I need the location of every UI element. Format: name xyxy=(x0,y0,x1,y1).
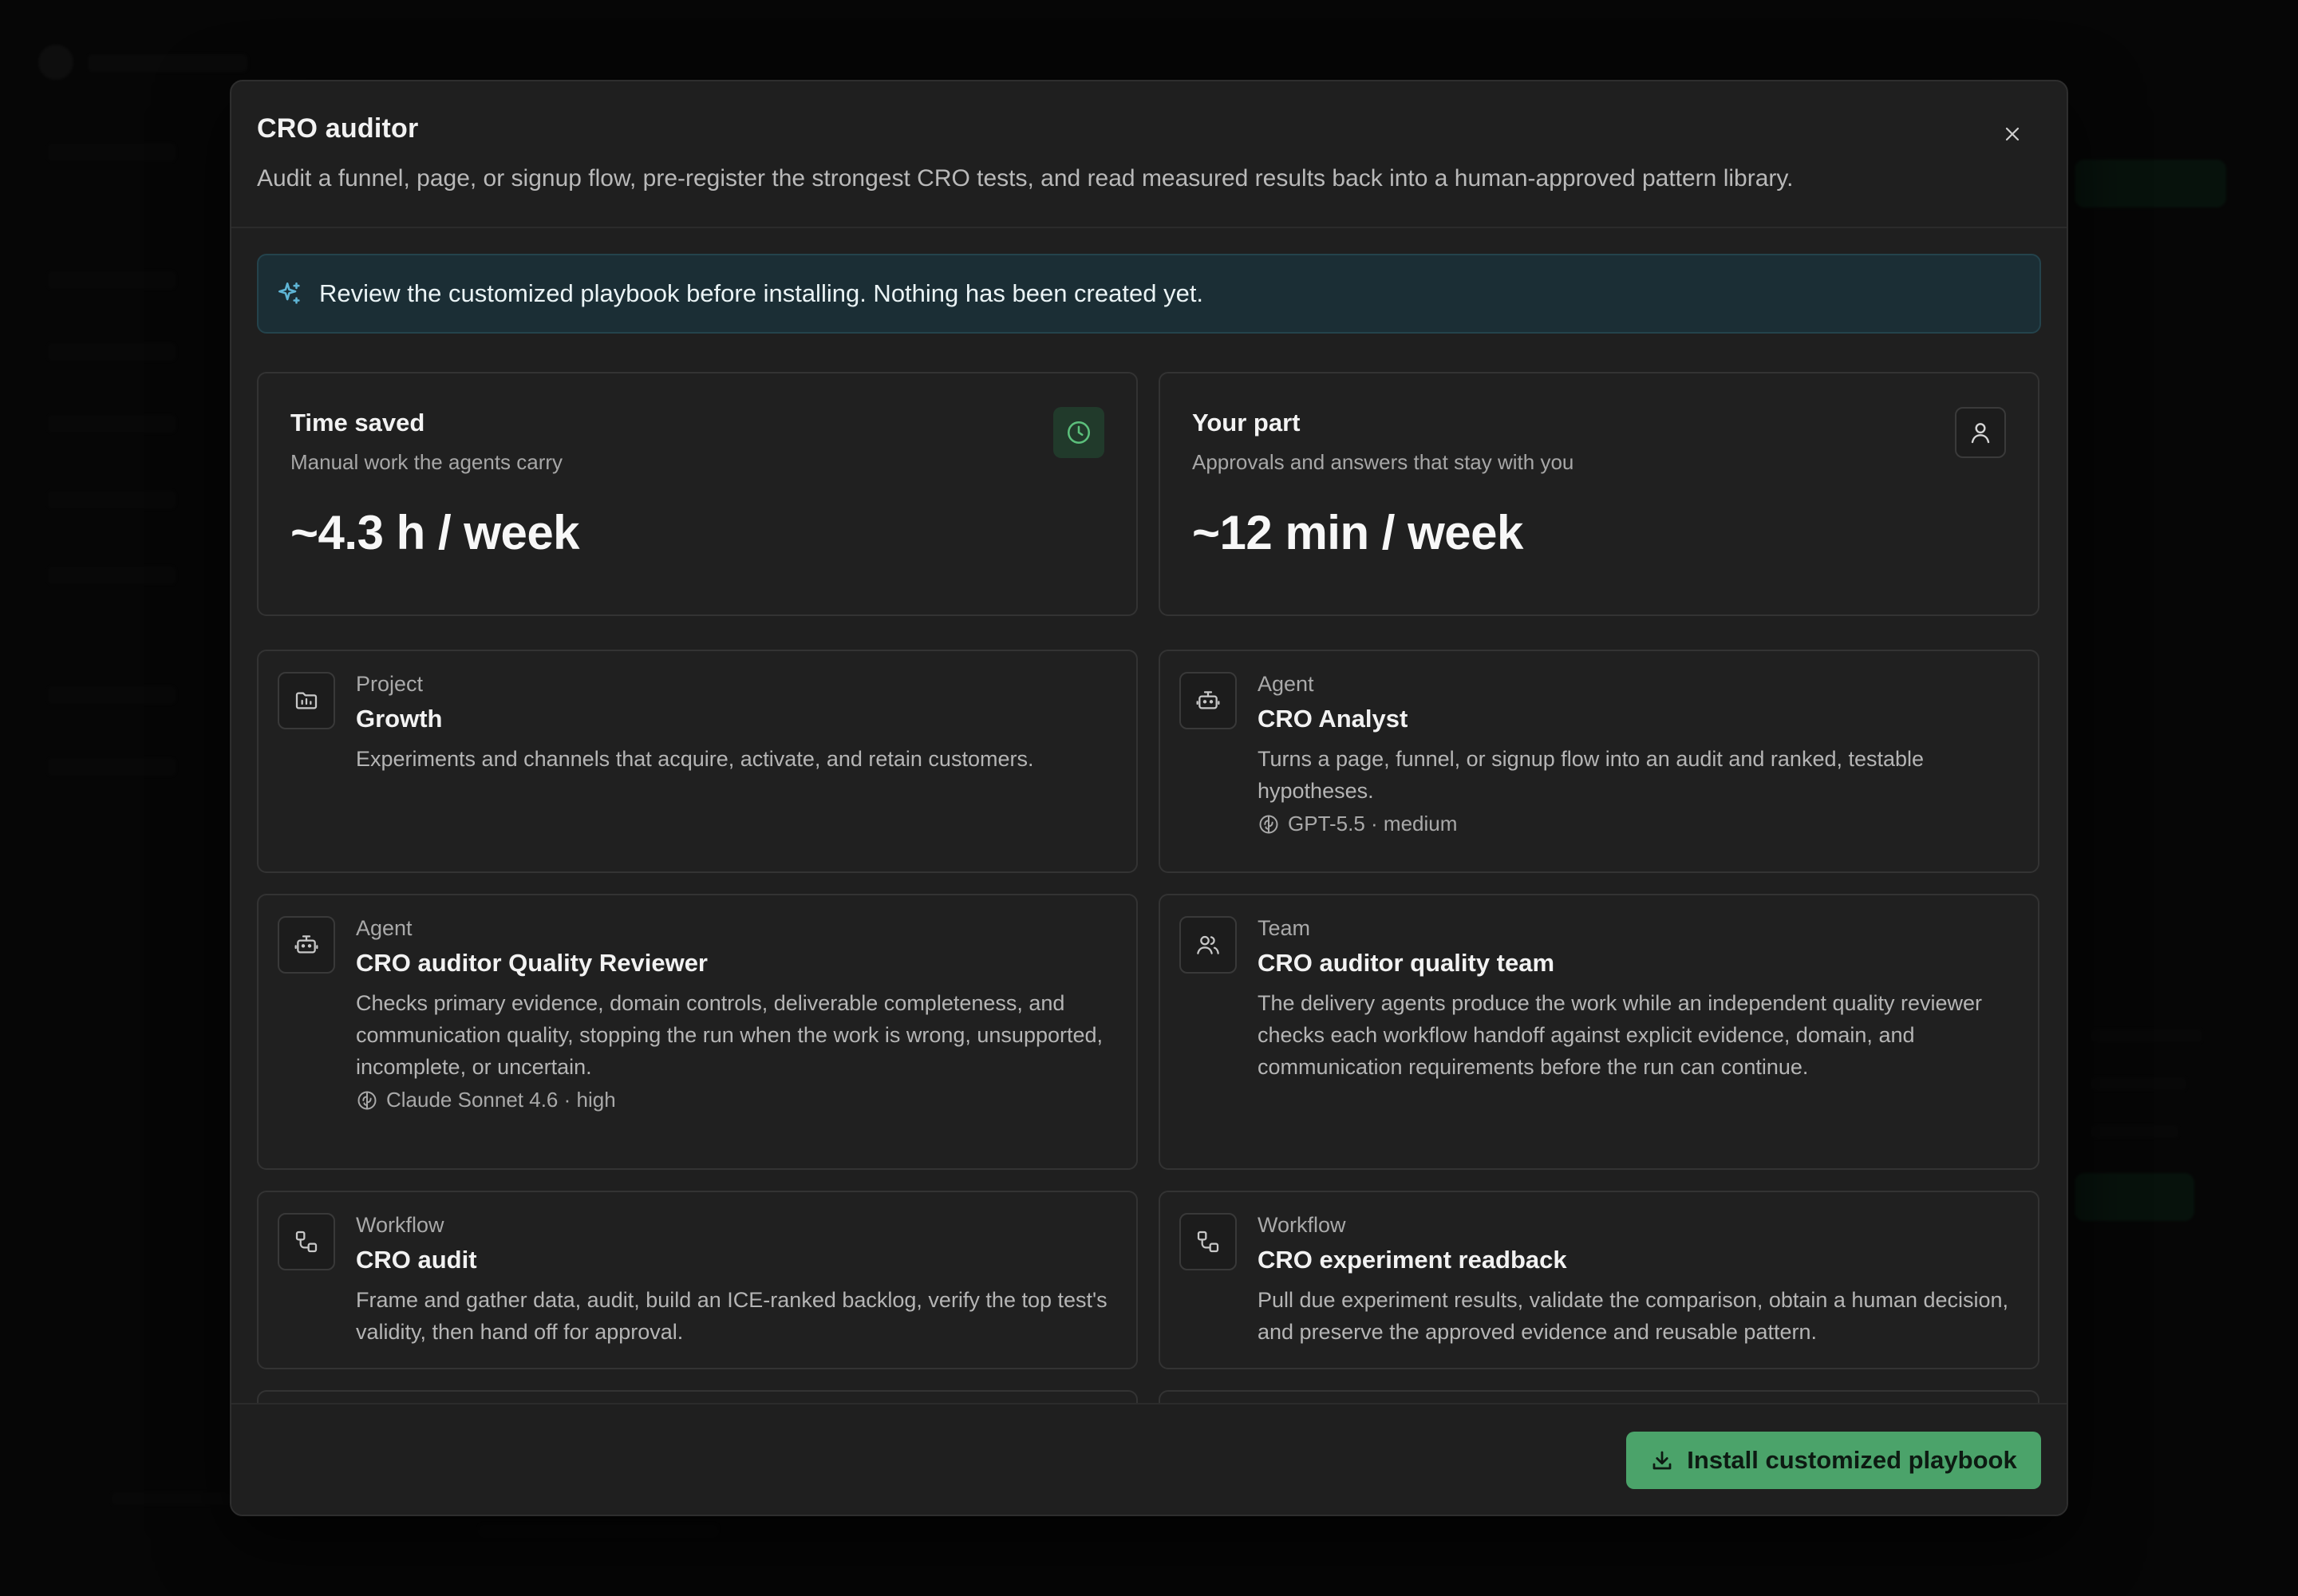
item-description: Checks primary evidence, domain controls… xyxy=(356,991,1104,1079)
stat-icon-badge xyxy=(1955,407,2006,458)
item-description: The delivery agents produce the work whi… xyxy=(1258,991,1983,1079)
bot-icon xyxy=(1196,691,1220,709)
brain-icon xyxy=(1259,815,1278,833)
item-icon-box xyxy=(278,916,335,974)
item-card-workflow: Workflow CRO experiment readback Pull du… xyxy=(1159,1191,2039,1369)
model-label: GPT-5.5 · medium xyxy=(1288,812,1458,836)
download-icon xyxy=(1652,1451,1672,1470)
item-name: CRO auditor quality team xyxy=(1258,949,1555,977)
folder-chart-icon xyxy=(295,692,318,709)
item-description: Turns a page, funnel, or signup flow int… xyxy=(1258,747,1925,803)
dialog-header: CRO auditor Audit a funnel, page, or sig… xyxy=(231,81,2067,228)
item-card-agent: Agent CRO Analyst Turns a page, funnel, … xyxy=(1159,650,2039,873)
item-kind: Agent xyxy=(356,916,413,940)
items-row: Project Growth Experiments and channels … xyxy=(257,650,2041,873)
item-kind: Team xyxy=(1258,916,1311,940)
close-icon xyxy=(2005,127,2020,141)
dialog-footer: Install customized playbook xyxy=(231,1403,2067,1515)
item-model: GPT-5.5 · medium xyxy=(1258,812,2017,836)
brain-icon xyxy=(357,1091,377,1109)
item-icon-box xyxy=(1179,672,1237,729)
item-description: Pull due experiment results, validate th… xyxy=(1258,1288,2009,1344)
dialog-description: Audit a funnel, page, or signup flow, pr… xyxy=(257,165,1794,192)
item-name: CRO auditor Quality Reviewer xyxy=(356,949,708,977)
bot-icon xyxy=(294,935,318,954)
close-button[interactable] xyxy=(1996,118,2028,150)
item-kind: Project xyxy=(356,672,424,696)
model-label: Claude Sonnet 4.6 · high xyxy=(386,1088,616,1112)
item-name: Growth xyxy=(356,705,443,733)
stat-icon-badge xyxy=(1053,407,1104,458)
items-row: Agent CRO auditor Quality Reviewer Check… xyxy=(257,894,2041,1170)
item-kind: Agent xyxy=(1258,672,1314,696)
workflow-icon xyxy=(1197,1231,1219,1253)
item-card-project: Project Growth Experiments and channels … xyxy=(257,650,1138,873)
stat-subtitle: Manual work the agents carry xyxy=(290,450,563,474)
item-card-agent: Agent CRO auditor Quality Reviewer Check… xyxy=(257,894,1138,1170)
dialog-title: CRO auditor xyxy=(257,113,419,144)
item-card-document: Document xyxy=(1159,1390,2039,1403)
item-name: CRO Analyst xyxy=(1258,705,1408,733)
stats-row: Time saved Manual work the agents carry … xyxy=(257,372,2041,616)
item-icon-box xyxy=(278,1213,335,1270)
stat-card-time-saved: Time saved Manual work the agents carry … xyxy=(257,372,1138,616)
item-name: CRO experiment readback xyxy=(1258,1246,1567,1274)
item-description: Experiments and channels that acquire, a… xyxy=(356,747,1034,771)
stat-title: Your part xyxy=(1192,409,1301,437)
stat-value: ~4.3 h / week xyxy=(290,506,580,559)
item-icon-box xyxy=(1179,1213,1237,1270)
notice-text: Review the customized playbook before in… xyxy=(319,279,1204,307)
item-model: Claude Sonnet 4.6 · high xyxy=(356,1088,1115,1112)
dialog-body[interactable]: Review the customized playbook before in… xyxy=(231,228,2067,1403)
users-icon xyxy=(1197,935,1219,954)
stat-card-your-part: Your part Approvals and answers that sta… xyxy=(1159,372,2039,616)
items-row: Workflow CRO audit Frame and gather data… xyxy=(257,1191,2041,1369)
item-icon-box xyxy=(1179,916,1237,974)
install-playbook-button[interactable]: Install customized playbook xyxy=(1626,1432,2041,1489)
workflow-icon xyxy=(295,1231,318,1253)
item-description: Frame and gather data, audit, build an I… xyxy=(356,1288,1108,1344)
item-icon-box xyxy=(278,672,335,729)
playbook-dialog: CRO auditor Audit a funnel, page, or sig… xyxy=(230,80,2068,1516)
items-row: Document Document xyxy=(257,1390,2041,1403)
item-card-workflow: Workflow CRO audit Frame and gather data… xyxy=(257,1191,1138,1369)
stat-subtitle: Approvals and answers that stay with you xyxy=(1192,450,1574,474)
item-card-team: Team CRO auditor quality team The delive… xyxy=(1159,894,2039,1170)
item-kind: Workflow xyxy=(356,1213,444,1237)
sparkle-icon xyxy=(278,282,300,304)
install-button-label: Install customized playbook xyxy=(1687,1446,2017,1474)
stat-value: ~12 min / week xyxy=(1192,506,1523,559)
user-icon xyxy=(1971,423,1990,444)
review-notice: Review the customized playbook before in… xyxy=(257,254,2041,334)
stat-title: Time saved xyxy=(290,409,425,437)
item-name: CRO audit xyxy=(356,1246,477,1274)
item-kind: Workflow xyxy=(1258,1213,1346,1237)
clock-icon xyxy=(1067,421,1091,444)
item-card-document: Document xyxy=(257,1390,1138,1403)
